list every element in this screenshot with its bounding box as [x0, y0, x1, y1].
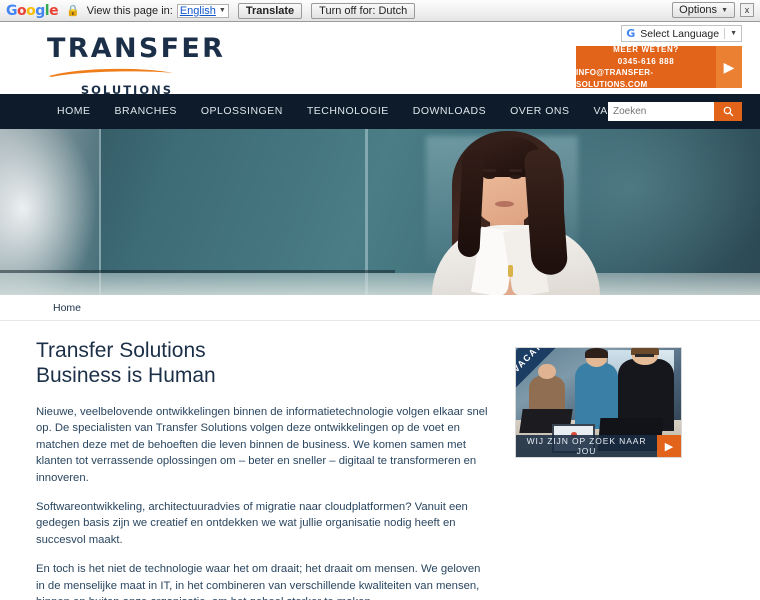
- nav-item-home[interactable]: HOME: [45, 94, 103, 129]
- content-column: Transfer Solutions Business is Human Nie…: [36, 339, 491, 600]
- nav-item-downloads[interactable]: DOWNLOADS: [401, 94, 498, 129]
- person-eyebrow-left: [483, 169, 496, 172]
- vacancy-person-left-head: [538, 363, 556, 380]
- translate-bar-right-controls: Options ▼ x: [672, 2, 754, 18]
- vacancy-person-middle-hair: [584, 348, 608, 359]
- nav-item-over-ons[interactable]: OVER ONS: [498, 94, 581, 129]
- site-logo[interactable]: TRANSFER SOLUTIONS: [47, 33, 226, 98]
- person-eye-left: [484, 175, 495, 179]
- nav-item-oplossingen[interactable]: OPLOSSINGEN: [189, 94, 295, 129]
- page-title-line-1: Transfer Solutions: [36, 339, 206, 362]
- search-button[interactable]: [714, 102, 742, 121]
- page-title: Transfer Solutions Business is Human: [36, 339, 491, 388]
- chevron-down-icon: ▼: [721, 6, 728, 14]
- close-icon[interactable]: x: [740, 3, 754, 17]
- translate-view-label: View this page in:: [86, 4, 173, 17]
- select-language-widget[interactable]: G Select Language ▼: [621, 25, 742, 42]
- cta-line-1: MEER WETEN?: [613, 45, 679, 54]
- translate-button[interactable]: Translate: [237, 2, 303, 19]
- lock-icon: 🔒: [66, 5, 80, 17]
- turn-off-translate-button[interactable]: Turn off for: Dutch: [311, 2, 416, 19]
- translate-options-label: Options: [679, 4, 718, 16]
- contact-cta-text: MEER WETEN? 0345-616 888 INFO@TRANSFER-S…: [576, 45, 716, 89]
- divider: [724, 28, 726, 39]
- person-eyebrow-right: [509, 169, 522, 172]
- chevron-down-icon: ▼: [730, 30, 737, 37]
- translate-options-button[interactable]: Options ▼: [672, 2, 735, 18]
- google-g-icon: G: [626, 27, 636, 40]
- vacancy-promo-widget[interactable]: VACATURES WIJ ZIJN OP ZOEK NAAR JOU ▶: [515, 347, 682, 458]
- translate-language-value: English: [179, 4, 216, 17]
- select-language-label: Select Language: [640, 27, 720, 40]
- search-input[interactable]: [608, 102, 714, 121]
- nav-item-technologie[interactable]: TECHNOLOGIE: [295, 94, 401, 129]
- body-paragraph: Nieuwe, veelbelovende ontwikkelingen bin…: [36, 406, 488, 484]
- hero-banner-image: [0, 129, 760, 295]
- chevron-down-icon: ▼: [218, 7, 226, 14]
- breadcrumb-item-home[interactable]: Home: [53, 302, 81, 314]
- hero-person-photo: [380, 129, 640, 295]
- body-paragraph: En toch is het niet de technologie waar …: [36, 563, 481, 600]
- nav-item-branches[interactable]: BRANCHES: [103, 94, 189, 129]
- page-title-line-2: Business is Human: [36, 363, 216, 387]
- translate-language-select[interactable]: English ▼: [176, 3, 229, 18]
- google-logo: Google: [6, 2, 59, 19]
- vacancy-cta-text: WIJ ZIJN OP ZOEK NAAR JOU: [526, 436, 647, 456]
- body-paragraph: Softwareontwikkeling, architectuuradvies…: [36, 501, 468, 546]
- logo-transfer-text: TRANSFER: [47, 33, 226, 64]
- person-mouth: [495, 201, 514, 207]
- person-hair-right: [523, 147, 569, 277]
- site-header: TRANSFER SOLUTIONS G Select Language ▼ M…: [0, 22, 760, 98]
- breadcrumb-bar: Home: [0, 295, 760, 321]
- main-content: Transfer Solutions Business is Human Nie…: [0, 321, 760, 600]
- person-eye-right: [510, 175, 521, 179]
- person-necklace: [508, 265, 513, 277]
- search-icon: [723, 106, 733, 117]
- main-navigation: HOME BRANCHES OPLOSSINGEN TECHNOLOGIE DO…: [0, 94, 760, 129]
- arrow-right-icon[interactable]: ▶: [657, 435, 681, 457]
- google-translate-bar: Google 🔒 View this page in: English ▼ Tr…: [0, 0, 760, 22]
- search-box: [608, 102, 742, 121]
- vacancy-cta-bar[interactable]: WIJ ZIJN OP ZOEK NAAR JOU ▶: [516, 435, 681, 457]
- cta-line-2: 0345-616 888: [617, 56, 675, 66]
- logo-swoosh-icon: [49, 68, 173, 77]
- glasses-icon: [635, 353, 655, 357]
- arrow-right-icon[interactable]: ▶: [716, 46, 742, 88]
- contact-cta-box[interactable]: MEER WETEN? 0345-616 888 INFO@TRANSFER-S…: [576, 45, 742, 89]
- cta-line-3: INFO@TRANSFER-SOLUTIONS.COM: [576, 68, 654, 89]
